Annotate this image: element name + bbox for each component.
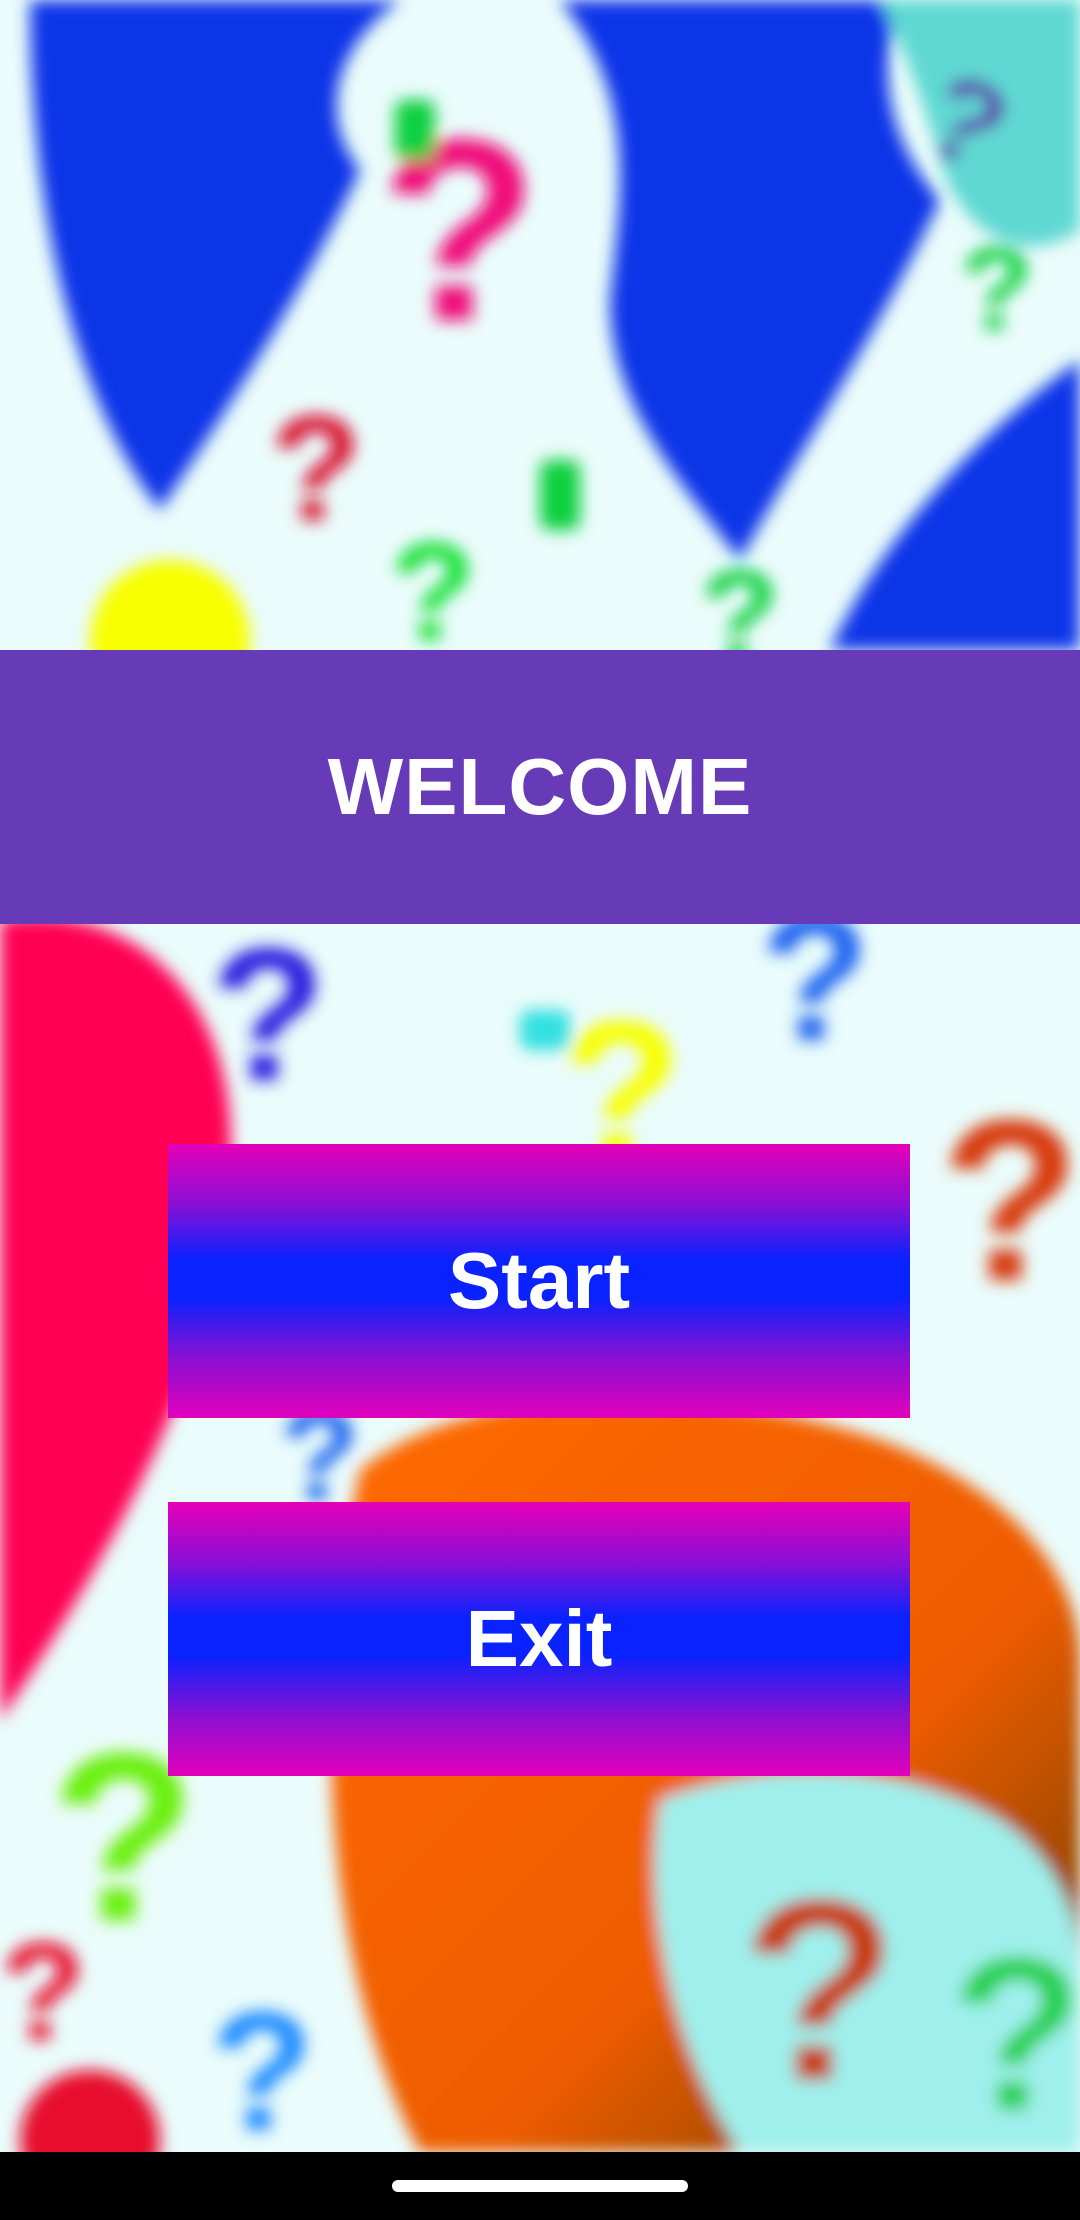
- welcome-title: WELCOME: [327, 742, 753, 831]
- svg-text:?: ?: [210, 909, 326, 1121]
- svg-text:?: ?: [270, 384, 362, 552]
- home-indicator-icon[interactable]: [392, 2180, 688, 2192]
- exit-button[interactable]: Exit: [168, 1502, 910, 1776]
- svg-text:?: ?: [960, 222, 1033, 356]
- start-button[interactable]: Start: [168, 1144, 910, 1418]
- welcome-banner: WELCOME: [0, 650, 1080, 924]
- svg-text:?: ?: [210, 1977, 314, 2152]
- navigation-bar: [0, 2152, 1080, 2220]
- svg-text:?: ?: [0, 1913, 86, 2070]
- svg-text:?: ?: [950, 1911, 1080, 2152]
- svg-text:?: ?: [740, 1846, 899, 2136]
- svg-text:?: ?: [940, 1072, 1080, 1329]
- svg-text:?: ?: [390, 513, 476, 670]
- background-pattern: ? ? ? ? ? ? ? ? ? ? ? ? ? ? ? ?: [0, 0, 1080, 2152]
